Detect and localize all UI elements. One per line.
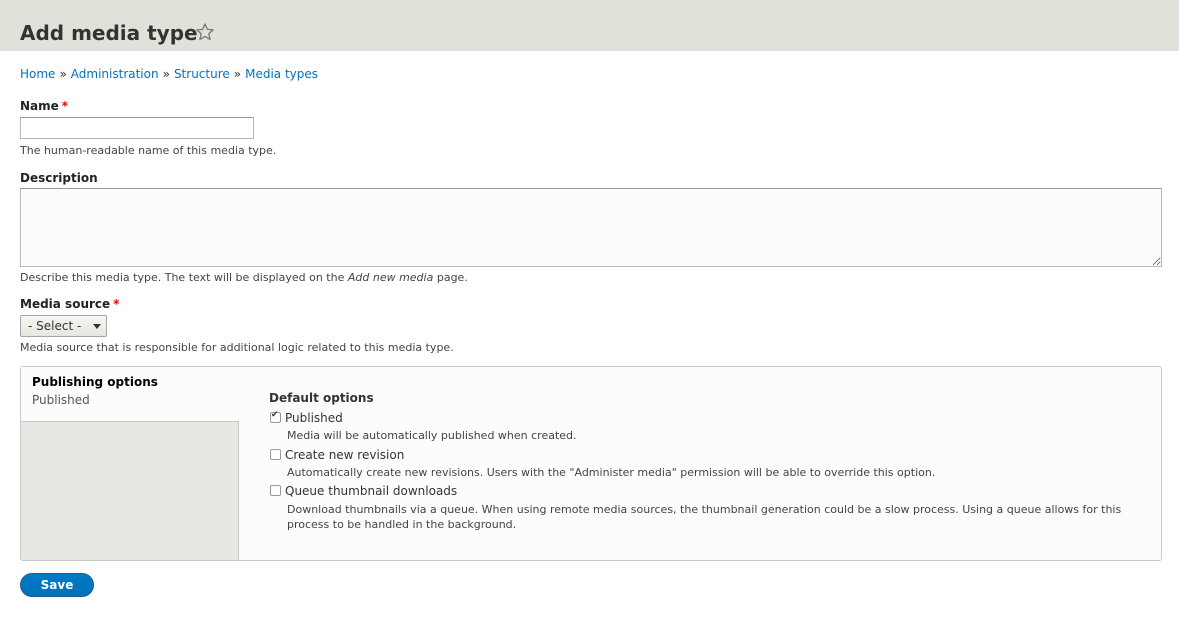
queue-thumbnail-downloads-label[interactable]: Queue thumbnail downloads — [285, 483, 457, 499]
vertical-tabs-menu: Publishing options Published — [21, 367, 239, 560]
name-input[interactable] — [20, 117, 254, 139]
create-new-revision-description: Automatically create new revisions. User… — [287, 466, 936, 479]
description-help-before: Describe this media type. The text will … — [20, 271, 348, 284]
published-description: Media will be automatically published wh… — [287, 429, 577, 442]
media-source-select[interactable]: - Select - — [20, 315, 107, 337]
breadcrumb-structure-link[interactable]: Structure — [174, 67, 230, 81]
breadcrumb-administration-link[interactable]: Administration — [71, 67, 159, 81]
description-help-after: page. — [433, 271, 468, 284]
published-checkbox[interactable] — [270, 410, 281, 423]
description-help-emphasis: Add new media — [347, 271, 434, 284]
media-source-label: Media source * — [20, 296, 119, 312]
breadcrumb-media-types-link[interactable]: Media types — [245, 67, 318, 81]
media-source-label-text: Media source — [20, 297, 111, 311]
description-help: Describe this media type. The text will … — [20, 271, 468, 285]
publishing-options-pane: Default options Published Media will be … — [239, 367, 1159, 560]
breadcrumb-home-link[interactable]: Home — [20, 67, 55, 81]
breadcrumb-separator: » — [233, 67, 242, 81]
chevron-down-icon — [93, 324, 101, 329]
vertical-tabs: Publishing options Published Default opt… — [20, 366, 1162, 561]
breadcrumb-separator: » — [162, 67, 170, 81]
create-new-revision-checkbox[interactable] — [270, 449, 281, 460]
save-button[interactable]: Save — [20, 573, 94, 597]
page-header: Add media type — [0, 0, 1179, 51]
name-label-text: Name — [20, 99, 59, 113]
queue-thumbnail-downloads-checkbox[interactable] — [270, 485, 281, 496]
published-label[interactable]: Published — [285, 410, 343, 426]
media-source-selected-value: - Select - — [28, 319, 82, 333]
media-source-description: Media source that is responsible for add… — [20, 341, 454, 354]
description-textarea[interactable] — [20, 188, 1162, 267]
breadcrumb: Home» Administration» Structure» Media type… — [20, 66, 318, 82]
tab-publishing-options[interactable]: Publishing options Published — [21, 367, 239, 422]
tab-summary: Published — [32, 393, 90, 407]
default-options-legend: Default options — [269, 391, 374, 405]
breadcrumb-separator: » — [59, 67, 67, 81]
create-new-revision-label[interactable]: Create new revision — [285, 447, 404, 463]
queue-thumbnail-downloads-description: Download thumbnails via a queue. When us… — [287, 503, 1122, 531]
name-label: Name * — [20, 98, 68, 114]
required-marker: * — [113, 297, 120, 311]
description-label: Description — [20, 171, 98, 185]
name-description: The human-readable name of this media ty… — [20, 144, 277, 157]
tab-title: Publishing options — [32, 375, 158, 389]
star-outline-icon[interactable] — [195, 22, 215, 42]
page-title: Add media type — [20, 21, 198, 45]
required-marker: * — [61, 99, 69, 113]
